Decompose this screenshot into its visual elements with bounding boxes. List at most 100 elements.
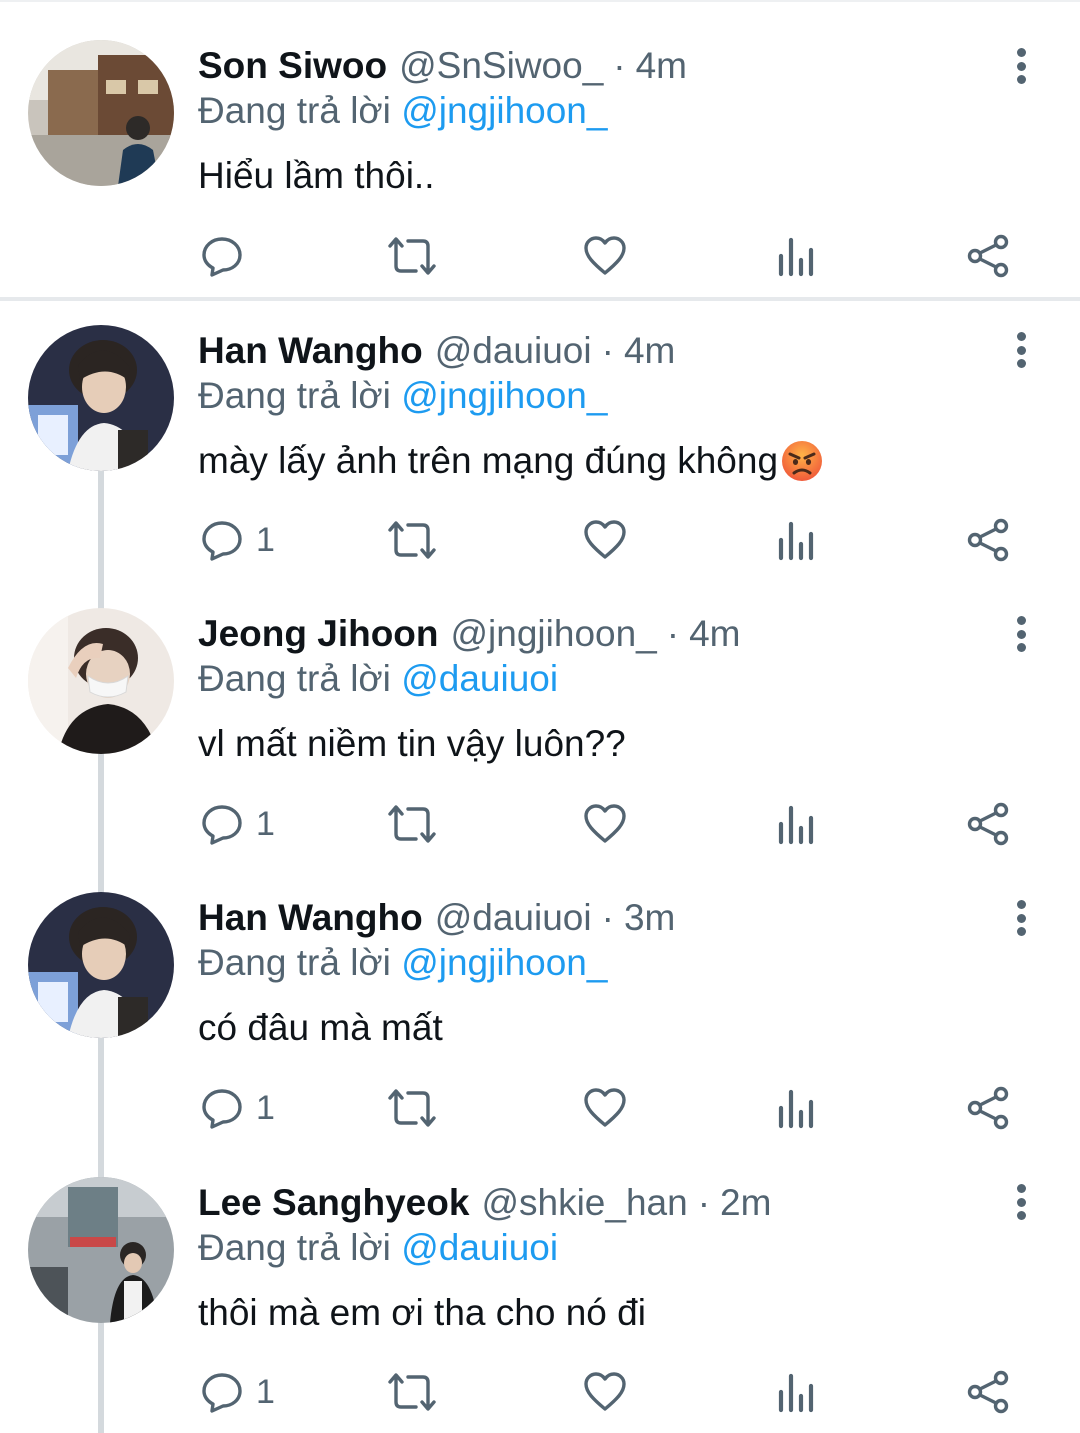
timestamp[interactable]: 2m	[720, 1182, 771, 1224]
author-name[interactable]: Lee Sanghyeok	[198, 1182, 469, 1224]
replying-to-label: Đang trả lời	[198, 90, 402, 131]
heart-icon	[584, 520, 626, 559]
replying-to: Đang trả lời @jngjihoon_	[198, 375, 607, 423]
share-button[interactable]	[966, 516, 1010, 564]
more-vertical-icon[interactable]	[1006, 44, 1036, 88]
reply-bubble-icon	[202, 1089, 242, 1129]
like-button[interactable]	[583, 232, 627, 280]
share-button[interactable]	[966, 1084, 1010, 1132]
reply-button[interactable]	[200, 232, 256, 280]
share-button[interactable]	[966, 1368, 1010, 1416]
share-icon	[967, 802, 1009, 846]
retweet-button[interactable]	[386, 232, 438, 280]
share-icon	[967, 1370, 1009, 1414]
reply-count: 1	[256, 520, 275, 559]
reply-bubble-icon	[202, 237, 242, 277]
tweet-divider	[0, 297, 1080, 301]
mention-link[interactable]: @dauiuoi	[401, 658, 558, 699]
author-handle[interactable]: @dauiuoi	[435, 330, 592, 372]
replying-to-label: Đang trả lời	[198, 375, 402, 416]
avatar[interactable]	[28, 1177, 174, 1323]
angry-face-emoji	[782, 441, 823, 481]
more-vertical-icon[interactable]	[1006, 896, 1036, 940]
timestamp[interactable]: 4m	[636, 45, 687, 87]
separator: ·	[613, 45, 626, 86]
bar-chart-icon	[778, 1373, 814, 1413]
author-handle[interactable]: @dauiuoi	[435, 897, 592, 939]
bar-chart-icon	[778, 237, 814, 277]
tweet-header: Jeong Jihoon @jngjihoon_ · 4m	[198, 610, 741, 658]
more-vertical-icon[interactable]	[1006, 328, 1036, 372]
replying-to-label: Đang trả lời	[198, 942, 402, 983]
retweet-icon	[388, 805, 436, 843]
heart-icon	[584, 1372, 626, 1411]
avatar[interactable]	[28, 608, 174, 754]
views-button[interactable]	[776, 232, 816, 280]
timestamp[interactable]: 4m	[689, 613, 740, 655]
action-bar	[198, 232, 1028, 280]
heart-icon	[584, 1088, 626, 1127]
reply-bubble-icon	[202, 805, 242, 845]
top-border	[0, 0, 1080, 2]
author-handle[interactable]: @SnSiwoo_	[399, 45, 603, 87]
separator: ·	[697, 1182, 711, 1223]
reply-button[interactable]: 1	[200, 1084, 275, 1132]
tweet-text: vl mất niềm tin vậy luôn??	[198, 720, 626, 768]
retweet-button[interactable]	[386, 800, 438, 848]
views-button[interactable]	[776, 1368, 816, 1416]
action-bar: 1	[198, 516, 1028, 564]
author-name[interactable]: Han Wangho	[198, 330, 423, 372]
mention-link[interactable]: @jngjihoon_	[401, 375, 607, 416]
mention-link[interactable]: @jngjihoon_	[401, 942, 607, 983]
tweet-text: thôi mà em ơi tha cho nó đi	[198, 1289, 646, 1337]
reply-count: 1	[256, 1088, 275, 1127]
heart-icon	[584, 804, 626, 843]
like-button[interactable]	[583, 1084, 627, 1132]
tweet-text: có đâu mà mất	[198, 1004, 443, 1052]
tweet-text: mày lấy ảnh trên mạng đúng không	[198, 437, 824, 485]
tweet-text-content: thôi mà em ơi tha cho nó đi	[198, 1292, 646, 1333]
tweet-header: Lee Sanghyeok @shkie_han · 2m	[198, 1179, 771, 1227]
avatar[interactable]	[28, 325, 174, 471]
views-button[interactable]	[776, 516, 816, 564]
avatar[interactable]	[28, 40, 174, 186]
more-vertical-icon[interactable]	[1006, 612, 1036, 656]
retweet-button[interactable]	[386, 1084, 438, 1132]
replying-to: Đang trả lời @dauiuoi	[198, 1227, 558, 1275]
mention-link[interactable]: @dauiuoi	[401, 1227, 558, 1268]
like-button[interactable]	[583, 1368, 627, 1416]
action-bar: 1	[198, 800, 1028, 848]
replying-to-label: Đang trả lời	[198, 658, 402, 699]
reply-button[interactable]: 1	[200, 516, 275, 564]
retweet-icon	[388, 521, 436, 559]
share-button[interactable]	[966, 800, 1010, 848]
author-name[interactable]: Jeong Jihoon	[198, 613, 439, 655]
reply-button[interactable]: 1	[200, 800, 275, 848]
timestamp[interactable]: 3m	[624, 897, 675, 939]
reply-bubble-icon	[202, 521, 242, 561]
replying-to: Đang trả lời @jngjihoon_	[198, 942, 607, 990]
author-handle[interactable]: @shkie_han	[481, 1182, 687, 1224]
replying-to: Đang trả lời @dauiuoi	[198, 658, 558, 706]
tweet-header: Han Wangho @dauiuoi · 4m	[198, 327, 675, 375]
author-name[interactable]: Han Wangho	[198, 897, 423, 939]
retweet-button[interactable]	[386, 1368, 438, 1416]
share-button[interactable]	[966, 232, 1010, 280]
tweet-header: Son Siwoo @SnSiwoo_ · 4m	[198, 42, 687, 90]
more-vertical-icon[interactable]	[1006, 1180, 1036, 1224]
replying-to-label: Đang trả lời	[198, 1227, 402, 1268]
like-button[interactable]	[583, 800, 627, 848]
author-handle[interactable]: @jngjihoon_	[451, 613, 657, 655]
views-button[interactable]	[776, 800, 816, 848]
heart-icon	[584, 236, 626, 275]
retweet-button[interactable]	[386, 516, 438, 564]
mention-link[interactable]: @jngjihoon_	[401, 90, 607, 131]
like-button[interactable]	[583, 516, 627, 564]
tweet-text: Hiểu lầm thôi..	[198, 152, 435, 200]
timestamp[interactable]: 4m	[624, 330, 675, 372]
author-name[interactable]: Son Siwoo	[198, 45, 387, 87]
views-button[interactable]	[776, 1084, 816, 1132]
avatar[interactable]	[28, 892, 174, 1038]
reply-button[interactable]: 1	[200, 1368, 275, 1416]
retweet-icon	[388, 1373, 436, 1411]
